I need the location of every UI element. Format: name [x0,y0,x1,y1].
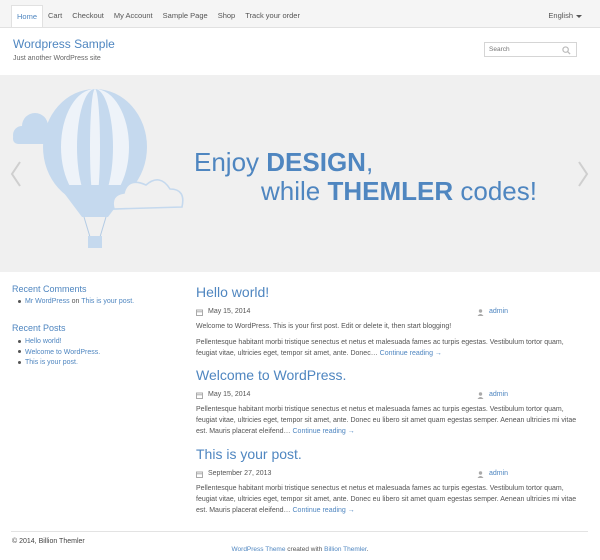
recent-post-link[interactable]: Welcome to WordPress. [25,349,100,356]
menu-item-shop[interactable]: Shop [213,5,241,27]
continue-reading-link[interactable]: Continue reading → [380,350,442,357]
recent-comments-title: Recent Comments [12,284,87,294]
post-paragraph: Pellentesque habitant morbi tristique se… [196,483,578,516]
post-content: Pellentesque habitant morbi tristique se… [196,404,578,437]
post-paragraph: Welcome to WordPress. This is your first… [196,323,452,330]
calendar-icon [196,471,203,478]
menu-item-track-order[interactable]: Track your order [240,5,305,27]
main-menu: Home Cart Checkout My Account Sample Pag… [11,5,305,27]
recent-posts-title: Recent Posts [12,323,66,333]
post-author-link[interactable]: admin [489,308,508,315]
post-paragraph: Pellentesque habitant morbi tristique se… [196,337,578,359]
post-meta: September 27, 2013 admin [196,469,578,481]
bullet [18,350,21,354]
chevron-left-icon[interactable] [9,160,23,188]
menu-item-home[interactable]: Home [11,5,44,27]
post-article: Hello world! May 15, 2014 admin Welcome … [196,282,578,364]
slide-text: codes! [453,176,537,206]
search-box [484,42,577,57]
post-author-link[interactable]: admin [489,470,508,477]
post-content: Welcome to WordPress. This is your first… [196,321,578,359]
wordpress-theme-link[interactable]: WordPress Theme [232,546,286,553]
post-content: Pellentesque habitant morbi tristique se… [196,483,578,516]
hot-air-balloon-illustration [13,89,184,248]
post-title-link[interactable]: This is your post. [196,444,578,464]
calendar-icon [196,309,203,316]
calendar-icon [196,392,203,399]
recent-comment-item: Mr WordPress on This is your post. [18,298,134,305]
billion-themler-link[interactable]: Billion Themler [324,546,367,553]
continue-reading-link[interactable]: Continue reading → [293,428,355,435]
menu-item-sample-page[interactable]: Sample Page [158,5,213,27]
continue-reading-link[interactable]: Continue reading → [293,507,355,514]
site-title[interactable]: Wordpress Sample [13,37,115,51]
post-date: September 27, 2013 [208,470,272,477]
recent-post-link[interactable]: Hello world! [25,338,62,345]
post-excerpt: Pellentesque habitant morbi tristique se… [196,406,577,435]
slide-text: Enjoy [194,147,267,177]
chevron-right-icon[interactable] [576,160,590,188]
recent-posts-list: Hello world! Welcome to WordPress. This … [18,338,100,370]
language-dropdown[interactable]: English [548,5,582,27]
slide-text: while [261,176,328,206]
menu-item-checkout[interactable]: Checkout [67,5,109,27]
post-paragraph: Pellentesque habitant morbi tristique se… [196,404,578,437]
site-tagline: Just another WordPress site [13,55,101,62]
slide-headline-line1: Enjoy DESIGN, [194,147,373,178]
user-icon [477,471,484,478]
top-navigation: Home Cart Checkout My Account Sample Pag… [0,0,600,28]
user-icon [477,309,484,316]
menu-item-cart[interactable]: Cart [43,5,67,27]
footer-credit: WordPress Theme created with Billion The… [0,546,600,553]
bullet [18,299,21,303]
menu-item-my-account[interactable]: My Account [109,5,158,27]
slide-headline-line2: while THEMLER codes! [261,176,537,207]
post-article: This is your post. September 27, 2013 ad… [196,444,578,521]
post-title-link[interactable]: Hello world! [196,282,578,302]
post-title-link[interactable]: Welcome to WordPress. [196,365,578,385]
post-article: Welcome to WordPress. May 15, 2014 admin… [196,365,578,442]
list-item: Hello world! [18,338,100,349]
slide-text-bold: THEMLER [327,176,454,206]
comment-on-text: on [71,298,80,305]
credit-end: . [366,546,369,553]
user-icon [477,392,484,399]
search-icon[interactable] [562,46,571,55]
search-input[interactable] [485,43,559,56]
post-date: May 15, 2014 [208,308,251,315]
footer-divider [11,531,588,532]
footer-copyright: © 2014, Billion Themler [12,538,85,545]
comment-post-link[interactable]: This is your post. [81,298,134,305]
post-meta: May 15, 2014 admin [196,307,578,319]
bullet [18,339,21,343]
slide-text: , [365,147,374,177]
list-item: Welcome to WordPress. [18,349,100,360]
post-meta: May 15, 2014 admin [196,390,578,402]
language-label: English [548,11,573,20]
hero-slider: Enjoy DESIGN, while THEMLER codes! [0,75,600,272]
slide-text-bold: DESIGN [266,147,366,177]
list-item: This is your post. [18,359,100,370]
bullet [18,360,21,364]
comment-author-link[interactable]: Mr WordPress [25,298,70,305]
post-author-link[interactable]: admin [489,391,508,398]
recent-post-link[interactable]: This is your post. [25,359,78,366]
post-date: May 15, 2014 [208,391,251,398]
credit-text: created with [285,546,325,553]
post-excerpt: Pellentesque habitant morbi tristique se… [196,485,577,514]
caret-down-icon [576,14,582,18]
